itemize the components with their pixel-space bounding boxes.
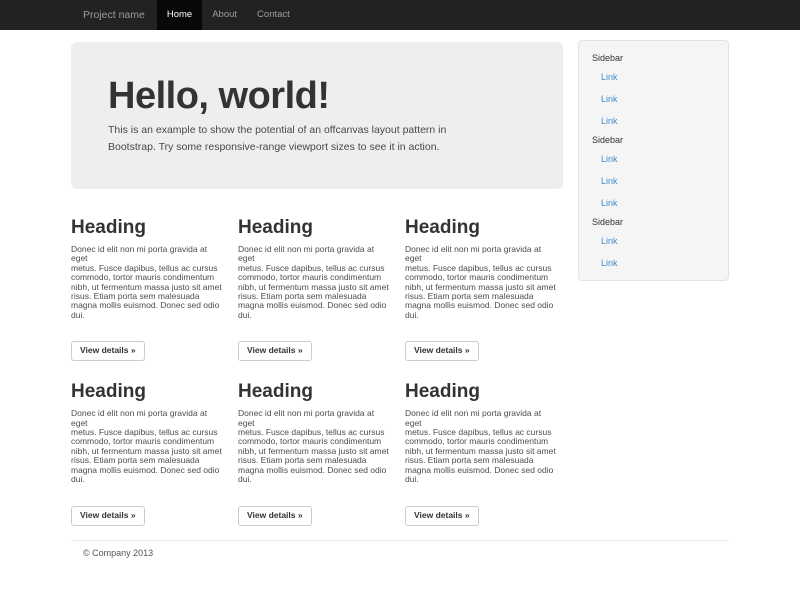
nav-item-about[interactable]: About bbox=[202, 0, 247, 30]
card-heading: Heading bbox=[405, 217, 557, 238]
card-body: Donec id elit non mi porta gravida at eg… bbox=[405, 409, 557, 484]
nav-item-home[interactable]: Home bbox=[157, 0, 202, 30]
view-details-button[interactable]: View details » bbox=[405, 506, 479, 526]
sidebar-link[interactable]: Link bbox=[601, 236, 618, 246]
sidebar-group-header: Sidebar bbox=[579, 214, 728, 230]
sidebar-group-header: Sidebar bbox=[579, 132, 728, 148]
jumbotron-description: This is an example to show the potential… bbox=[108, 122, 526, 156]
cards-row-2: Heading Donec id elit non mi porta gravi… bbox=[71, 381, 563, 525]
jumbotron-title: Hello, world! bbox=[108, 76, 526, 116]
card-heading: Heading bbox=[238, 217, 390, 238]
card-body: Donec id elit non mi porta gravida at eg… bbox=[71, 245, 223, 320]
brand-link[interactable]: Project name bbox=[71, 0, 157, 30]
card-body: Donec id elit non mi porta gravida at eg… bbox=[238, 245, 390, 320]
main-column: Hello, world! This is an example to show… bbox=[71, 30, 563, 526]
sidebar-column: Sidebar Link Link Link Sidebar Link Link… bbox=[578, 30, 729, 281]
sidebar-link-item: Link bbox=[579, 252, 728, 274]
sidebar-link-item: Link bbox=[579, 148, 728, 170]
sidebar-link-item: Link bbox=[579, 230, 728, 252]
sidebar-link[interactable]: Link bbox=[601, 154, 618, 164]
view-details-button[interactable]: View details » bbox=[238, 341, 312, 361]
sidebar-panel: Sidebar Link Link Link Sidebar Link Link… bbox=[578, 40, 729, 281]
cards-row-1: Heading Donec id elit non mi porta gravi… bbox=[71, 217, 563, 361]
sidebar-group-header: Sidebar bbox=[579, 50, 728, 66]
feature-card: Heading Donec id elit non mi porta gravi… bbox=[71, 217, 223, 361]
feature-card: Heading Donec id elit non mi porta gravi… bbox=[238, 381, 390, 525]
sidebar-link[interactable]: Link bbox=[601, 176, 618, 186]
feature-card: Heading Donec id elit non mi porta gravi… bbox=[71, 381, 223, 525]
card-heading: Heading bbox=[71, 217, 223, 238]
card-heading: Heading bbox=[71, 381, 223, 402]
sidebar-link[interactable]: Link bbox=[601, 258, 618, 268]
sidebar-link[interactable]: Link bbox=[601, 72, 618, 82]
card-body: Donec id elit non mi porta gravida at eg… bbox=[238, 409, 390, 484]
view-details-button[interactable]: View details » bbox=[71, 341, 145, 361]
feature-card: Heading Donec id elit non mi porta gravi… bbox=[238, 217, 390, 361]
card-heading: Heading bbox=[238, 381, 390, 402]
view-details-button[interactable]: View details » bbox=[238, 506, 312, 526]
sidebar-link-item: Link bbox=[579, 66, 728, 88]
feature-card: Heading Donec id elit non mi porta gravi… bbox=[405, 217, 557, 361]
sidebar-link-item: Link bbox=[579, 170, 728, 192]
navbar: Project name Home About Contact bbox=[0, 0, 800, 30]
view-details-button[interactable]: View details » bbox=[405, 341, 479, 361]
card-body: Donec id elit non mi porta gravida at eg… bbox=[71, 409, 223, 484]
card-body: Donec id elit non mi porta gravida at eg… bbox=[405, 245, 557, 320]
sidebar-link[interactable]: Link bbox=[601, 94, 618, 104]
footer: © Company 2013 bbox=[71, 540, 729, 598]
sidebar-link-item: Link bbox=[579, 88, 728, 110]
feature-card: Heading Donec id elit non mi porta gravi… bbox=[405, 381, 557, 525]
card-heading: Heading bbox=[405, 381, 557, 402]
sidebar-link-item: Link bbox=[579, 192, 728, 214]
sidebar-link-item: Link bbox=[579, 110, 728, 132]
copyright-text: © Company 2013 bbox=[83, 548, 729, 558]
sidebar-nav-list: Sidebar Link Link Link Sidebar Link Link… bbox=[579, 50, 728, 274]
page-container: Hello, world! This is an example to show… bbox=[71, 30, 729, 598]
navbar-container: Project name Home About Contact bbox=[71, 0, 729, 30]
content-row: Hello, world! This is an example to show… bbox=[71, 30, 729, 526]
jumbotron: Hello, world! This is an example to show… bbox=[71, 42, 563, 189]
sidebar-link[interactable]: Link bbox=[601, 116, 618, 126]
sidebar-link[interactable]: Link bbox=[601, 198, 618, 208]
navbar-menu: Home About Contact bbox=[157, 0, 300, 30]
nav-item-contact[interactable]: Contact bbox=[247, 0, 300, 30]
view-details-button[interactable]: View details » bbox=[71, 506, 145, 526]
